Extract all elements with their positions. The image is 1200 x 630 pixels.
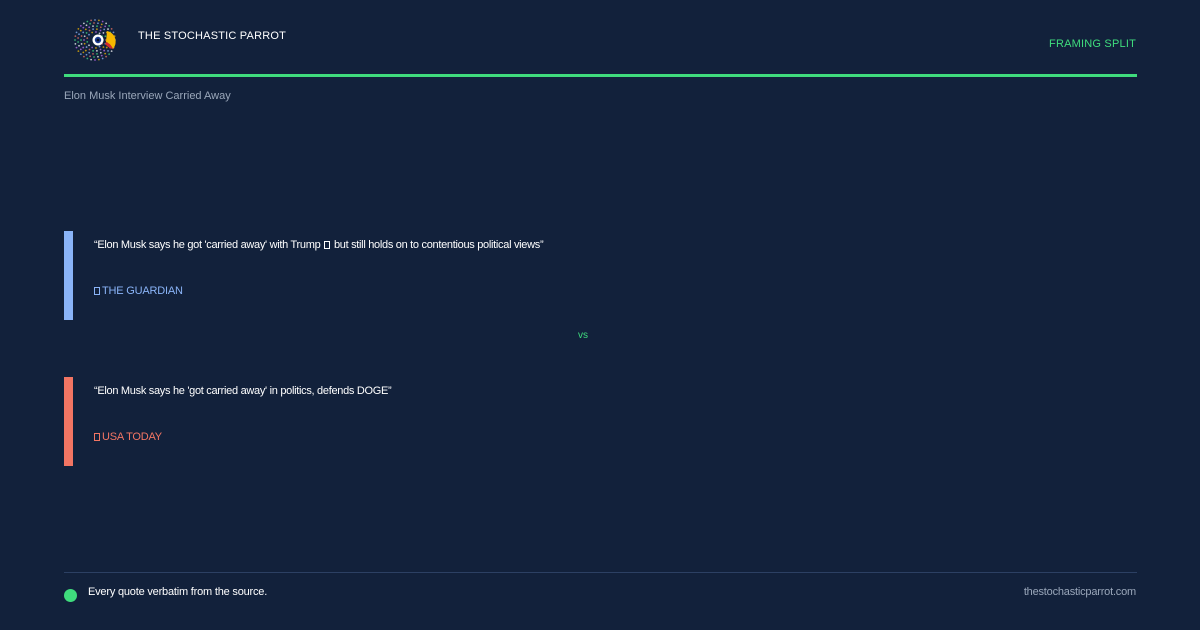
missing-glyph-icon [324, 241, 331, 249]
story-title: Elon Musk Interview Carried Away [64, 90, 231, 102]
quote-text-part2: but still holds on to contentious politi… [333, 239, 544, 251]
header-divider [64, 74, 1137, 77]
brand-name[interactable]: THE STOCHASTIC PARROT [138, 30, 286, 42]
versus-label: vs [578, 330, 588, 341]
quote-source[interactable]: USA TODAY [94, 431, 162, 443]
site-link[interactable]: thestochasticparrot.com [1024, 586, 1136, 598]
source-glyph-icon [94, 433, 100, 441]
quote-card-guardian: “Elon Musk says he got 'carried away' wi… [64, 231, 1137, 320]
framing-mode-label: FRAMING SPLIT [1049, 38, 1136, 50]
source-glyph-icon [94, 287, 100, 295]
quote-source[interactable]: THE GUARDIAN [94, 285, 183, 297]
footer-note: Every quote verbatim from the source. [88, 586, 268, 598]
quote-accent-bar [64, 377, 73, 466]
quote-accent-bar [64, 231, 73, 320]
quote-source-label: USA TODAY [102, 431, 162, 443]
quote-source-label: THE GUARDIAN [102, 285, 183, 297]
status-dot-icon [64, 589, 77, 602]
parrot-logo-icon [74, 19, 116, 61]
quote-text: “Elon Musk says he 'got carried away' in… [94, 385, 392, 397]
quote-card-usatoday: “Elon Musk says he 'got carried away' in… [64, 377, 1137, 466]
quote-text: “Elon Musk says he got 'carried away' wi… [94, 239, 544, 251]
footer-divider [64, 572, 1137, 573]
quote-text-part1: “Elon Musk says he got 'carried away' wi… [94, 239, 321, 251]
